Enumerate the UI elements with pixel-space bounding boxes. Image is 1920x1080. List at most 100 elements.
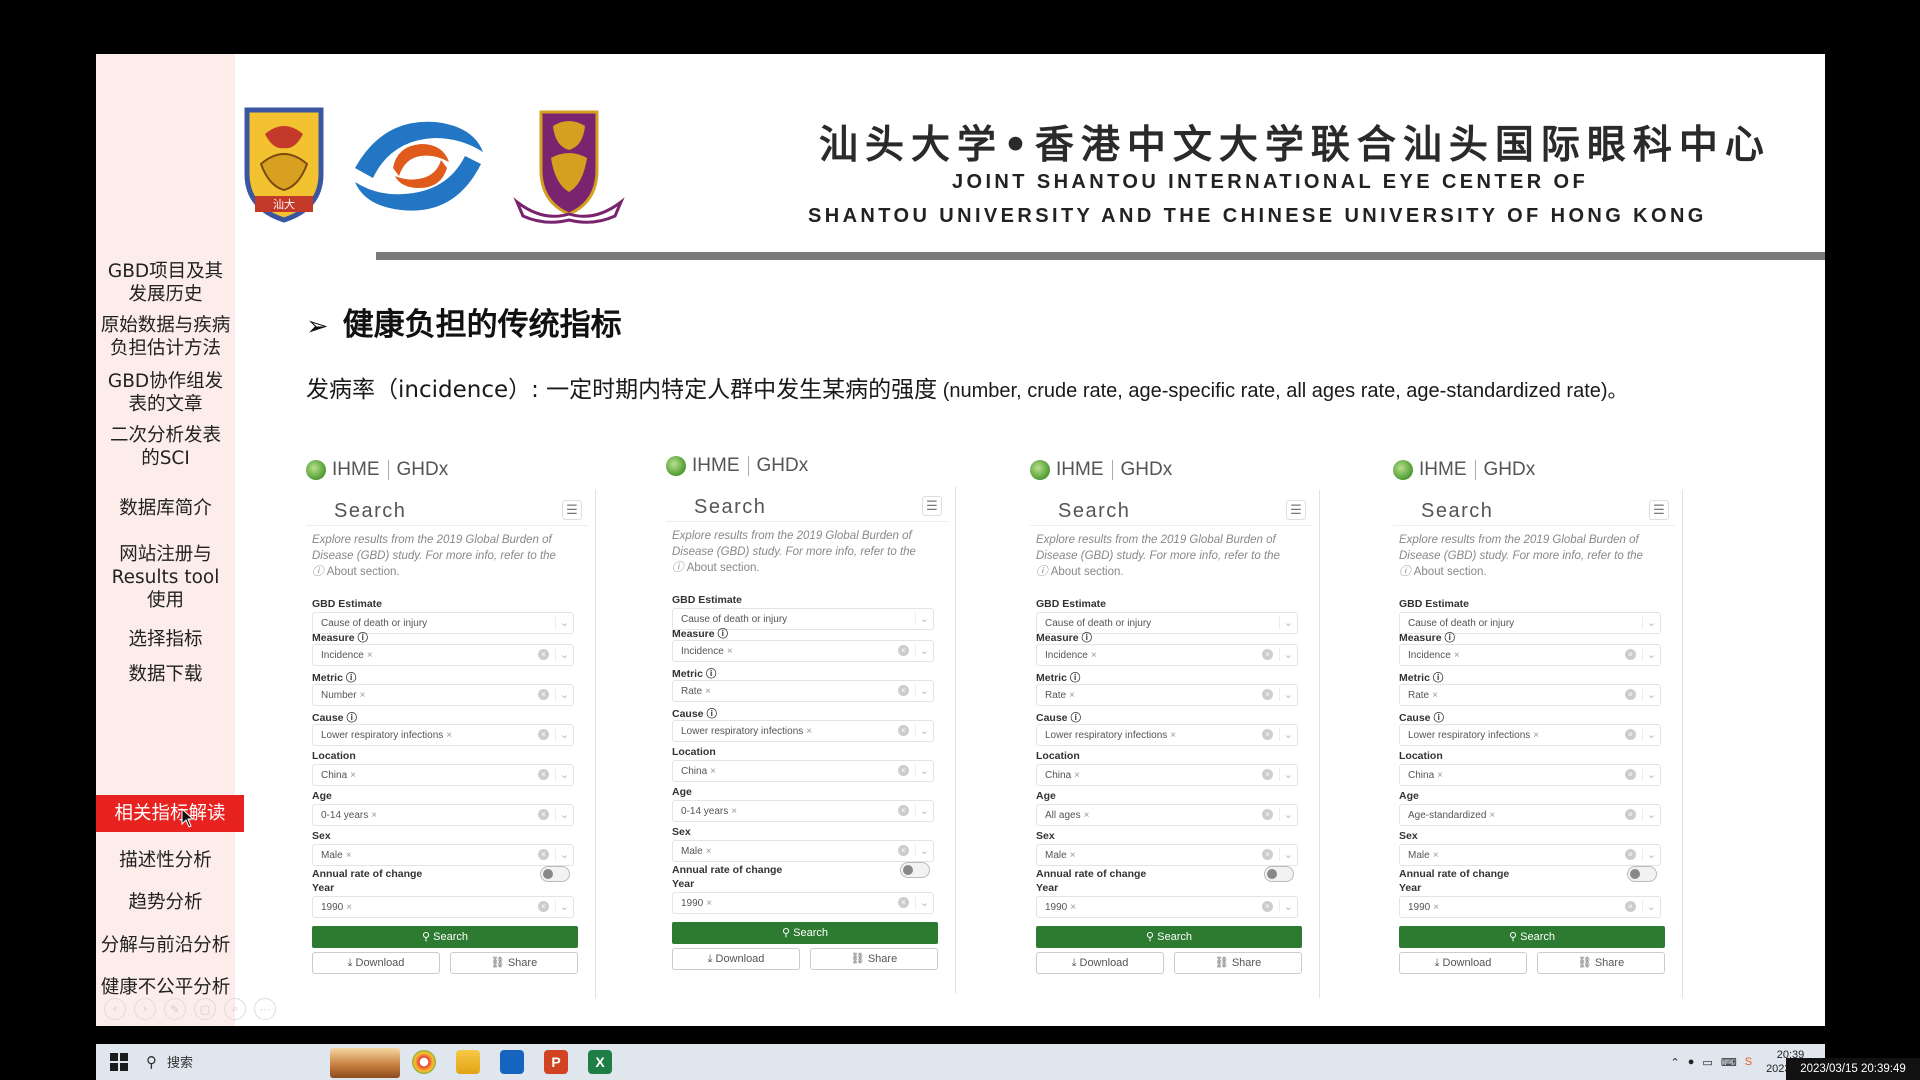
annual-rate-toggle[interactable] (1264, 866, 1294, 882)
share-button[interactable]: ⛓ Share (1537, 952, 1665, 974)
remove-chip-icon[interactable]: × (1070, 902, 1076, 913)
nav-item-descriptive-analysis[interactable]: 描述性分析 (96, 849, 235, 872)
powerpoint-icon[interactable]: P (544, 1050, 568, 1074)
excel-icon[interactable]: X (588, 1050, 612, 1074)
download-button[interactable]: ⤓ Download (672, 948, 800, 970)
share-button[interactable]: ⛓ Share (810, 948, 938, 970)
location-select[interactable]: China × × ⌄ (312, 764, 574, 786)
clear-icon[interactable]: × (898, 845, 909, 856)
metric-select[interactable]: Rate × × ⌄ (672, 680, 934, 702)
remove-chip-icon[interactable]: × (705, 686, 711, 697)
windows-start-icon[interactable] (110, 1053, 128, 1071)
remove-chip-icon[interactable]: × (706, 846, 712, 857)
clear-icon[interactable]: × (1625, 901, 1636, 912)
search-button[interactable]: ⚲ Search (672, 922, 938, 944)
cause-select[interactable]: Lower respiratory infections × × ⌄ (312, 724, 574, 746)
about-link[interactable]: About section. (1414, 566, 1487, 578)
clear-icon[interactable]: × (538, 809, 549, 820)
remove-chip-icon[interactable]: × (1084, 810, 1090, 821)
search-button[interactable]: ⚲ Search (1036, 926, 1302, 948)
file-explorer-icon[interactable] (456, 1050, 480, 1074)
search-button[interactable]: ⚲ Search (1399, 926, 1665, 948)
ihme-ghdx-brand[interactable]: IHME GHDx (1030, 458, 1172, 482)
location-select[interactable]: China × × ⌄ (1399, 764, 1661, 786)
measure-select[interactable]: Incidence × × ⌄ (1399, 644, 1661, 666)
clear-icon[interactable]: × (898, 897, 909, 908)
clear-icon[interactable]: × (538, 849, 549, 860)
age-select[interactable]: 0-14 years × × ⌄ (672, 800, 934, 822)
clear-icon[interactable]: × (1262, 769, 1273, 780)
clear-icon[interactable]: × (1625, 849, 1636, 860)
prev-slide-icon[interactable]: ‹ (104, 998, 126, 1020)
remove-chip-icon[interactable]: × (806, 726, 812, 737)
cause-select[interactable]: Lower respiratory infections × × ⌄ (1036, 724, 1298, 746)
remove-chip-icon[interactable]: × (1533, 730, 1539, 741)
nav-item-website-registration[interactable]: 网站注册与 Results tool 使用 (96, 543, 235, 612)
remove-chip-icon[interactable]: × (371, 810, 377, 821)
taskbar-search[interactable]: ⚲ 搜索 (146, 1052, 193, 1071)
year-select[interactable]: 1990 × × ⌄ (672, 892, 934, 914)
measure-select[interactable]: Incidence × × ⌄ (312, 644, 574, 666)
remove-chip-icon[interactable]: × (346, 902, 352, 913)
remove-chip-icon[interactable]: × (1433, 902, 1439, 913)
remove-chip-icon[interactable]: × (346, 850, 352, 861)
age-select[interactable]: 0-14 years × × ⌄ (312, 804, 574, 826)
sex-select[interactable]: Male × × ⌄ (1036, 844, 1298, 866)
clear-icon[interactable]: × (1262, 729, 1273, 740)
menu-icon[interactable]: ☰ (562, 500, 582, 520)
metric-select[interactable]: Rate × × ⌄ (1399, 684, 1661, 706)
ihme-ghdx-brand[interactable]: IHME GHDx (306, 458, 448, 482)
remove-chip-icon[interactable]: × (367, 650, 373, 661)
pen-icon[interactable]: ✎ (164, 998, 186, 1020)
remove-chip-icon[interactable]: × (727, 646, 733, 657)
nav-item-health-inequality[interactable]: 健康不公平分析 (96, 976, 235, 999)
clear-icon[interactable]: × (1625, 809, 1636, 820)
menu-icon[interactable]: ☰ (1286, 500, 1306, 520)
measure-select[interactable]: Incidence × × ⌄ (1036, 644, 1298, 666)
clear-icon[interactable]: × (1262, 689, 1273, 700)
clear-icon[interactable]: × (898, 725, 909, 736)
clear-icon[interactable]: × (898, 765, 909, 776)
year-select[interactable]: 1990 × × ⌄ (1399, 896, 1661, 918)
ihme-ghdx-brand[interactable]: IHME GHDx (666, 454, 808, 478)
clear-icon[interactable]: × (898, 685, 909, 696)
clear-icon[interactable]: × (1625, 729, 1636, 740)
about-link[interactable]: About section. (1051, 566, 1124, 578)
clear-icon[interactable]: × (1262, 809, 1273, 820)
zoom-icon[interactable]: ⌕ (224, 998, 246, 1020)
keyboard-icon[interactable]: ⌨ (1721, 1056, 1737, 1069)
remove-chip-icon[interactable]: × (706, 898, 712, 909)
nav-item-data-download[interactable]: 数据下载 (96, 663, 235, 686)
clear-icon[interactable]: × (1625, 769, 1636, 780)
download-button[interactable]: ⤓ Download (1036, 952, 1164, 974)
remove-chip-icon[interactable]: × (350, 770, 356, 781)
nav-item-database-intro[interactable]: 数据库简介 (96, 497, 235, 520)
clear-icon[interactable]: × (1262, 649, 1273, 660)
remove-chip-icon[interactable]: × (710, 766, 716, 777)
measure-select[interactable]: Incidence × × ⌄ (672, 640, 934, 662)
clear-icon[interactable]: × (538, 649, 549, 660)
clear-icon[interactable]: × (538, 901, 549, 912)
nav-item-raw-data-methods[interactable]: 原始数据与疾病 负担估计方法 (96, 314, 235, 360)
search-button[interactable]: ⚲ Search (312, 926, 578, 948)
sex-select[interactable]: Male × × ⌄ (312, 844, 574, 866)
remove-chip-icon[interactable]: × (1437, 770, 1443, 781)
remove-chip-icon[interactable]: × (1432, 690, 1438, 701)
nav-item-secondary-analysis[interactable]: 二次分析发表 的SCI (96, 424, 235, 470)
age-select[interactable]: Age-standardized × × ⌄ (1399, 804, 1661, 826)
app-icon-blue[interactable] (500, 1050, 524, 1074)
year-select[interactable]: 1990 × × ⌄ (1036, 896, 1298, 918)
remove-chip-icon[interactable]: × (1091, 650, 1097, 661)
chevron-up-icon[interactable]: ⌃ (1671, 1056, 1680, 1069)
annual-rate-toggle[interactable] (1627, 866, 1657, 882)
microphone-icon[interactable]: ● (1688, 1056, 1695, 1068)
slides-icon[interactable]: ▢ (194, 998, 216, 1020)
remove-chip-icon[interactable]: × (1070, 850, 1076, 861)
clear-icon[interactable]: × (898, 645, 909, 656)
share-button[interactable]: ⛓ Share (450, 952, 578, 974)
about-link[interactable]: About section. (687, 562, 760, 574)
remove-chip-icon[interactable]: × (446, 730, 452, 741)
remove-chip-icon[interactable]: × (1069, 690, 1075, 701)
clear-icon[interactable]: × (898, 805, 909, 816)
ihme-ghdx-brand[interactable]: IHME GHDx (1393, 458, 1535, 482)
